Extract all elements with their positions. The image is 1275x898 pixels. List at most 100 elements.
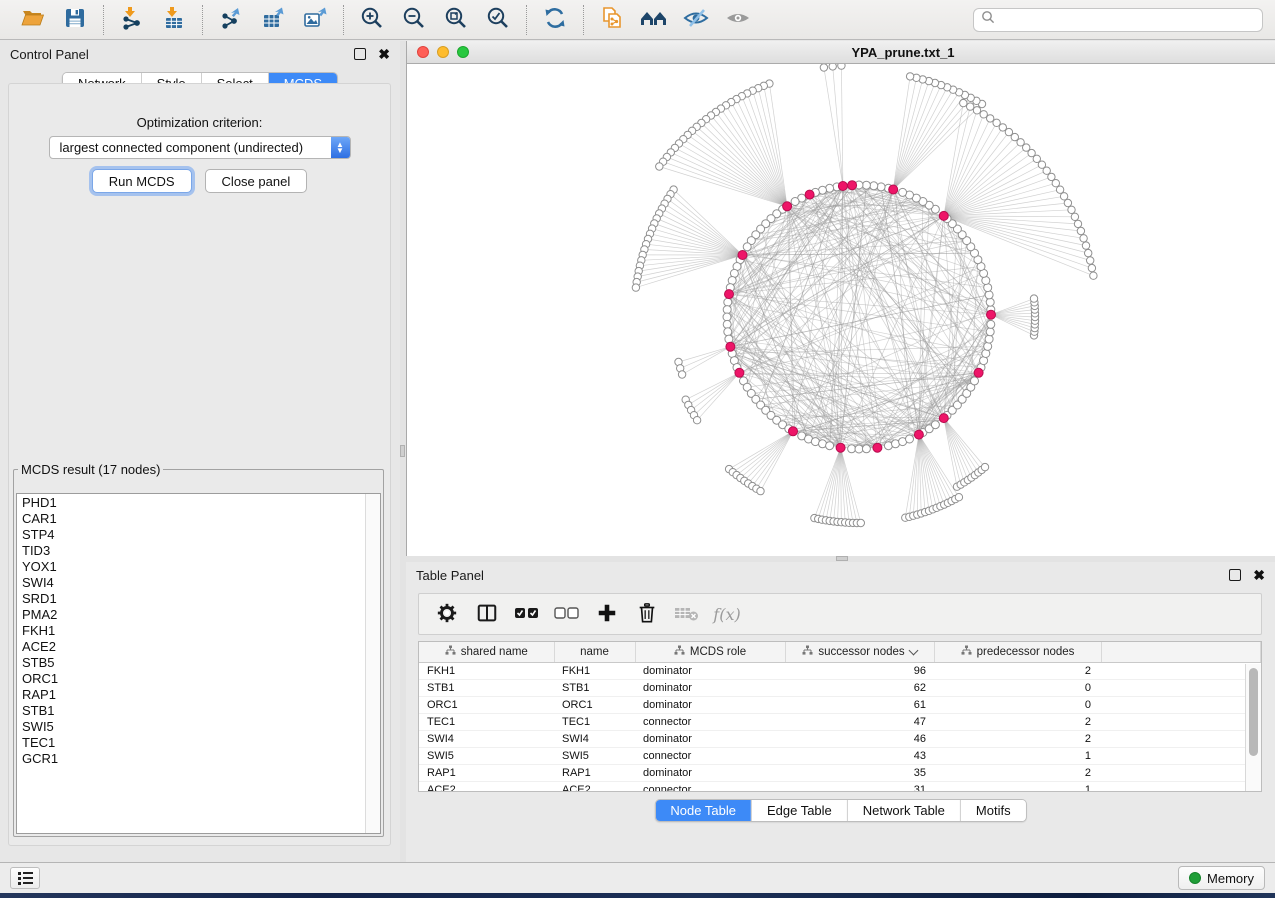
column-header-predecessor-nodes[interactable]: predecessor nodes: [934, 642, 1101, 663]
window-maximize-button[interactable]: [457, 46, 469, 58]
column-namespace-icon: [802, 645, 813, 659]
run-mcds-button[interactable]: Run MCDS: [92, 169, 192, 193]
zoom-selected-button[interactable]: [478, 3, 518, 37]
first-neighbors-button[interactable]: [634, 3, 674, 37]
trash-icon: [636, 602, 658, 627]
zoom-out-button[interactable]: [394, 3, 434, 37]
splitter-grip[interactable]: [836, 556, 848, 561]
mcds-result-item[interactable]: STP4: [22, 527, 366, 543]
export-network-button[interactable]: [211, 3, 251, 37]
select-all-button[interactable]: [509, 597, 545, 631]
export-table-button[interactable]: [253, 3, 293, 37]
table-tab-edge-table[interactable]: Edge Table: [751, 800, 847, 821]
delete-columns-button[interactable]: [629, 597, 665, 631]
hide-selected-button[interactable]: [676, 3, 716, 37]
table-scrollbar-thumb[interactable]: [1249, 668, 1258, 756]
splitter-grip[interactable]: [400, 445, 405, 457]
zoom-in-button[interactable]: [352, 3, 392, 37]
close-panel-icon[interactable]: ✖: [378, 47, 390, 61]
mcds-result-item[interactable]: RAP1: [22, 687, 366, 703]
memory-label: Memory: [1207, 871, 1254, 886]
show-column-button[interactable]: [469, 597, 505, 631]
deselect-all-button[interactable]: [549, 597, 585, 631]
float-table-panel-icon[interactable]: [1229, 569, 1241, 581]
gear-icon: [436, 602, 458, 627]
table-settings-button[interactable]: [429, 597, 465, 631]
zoom-selected-icon: [485, 5, 511, 34]
table-row[interactable]: SWI5SWI5connector431: [419, 748, 1261, 765]
network-graph[interactable]: [407, 64, 1275, 556]
window-minimize-button[interactable]: [437, 46, 449, 58]
mcds-result-item[interactable]: SWI5: [22, 719, 366, 735]
column-namespace-icon: [674, 645, 685, 659]
table-row[interactable]: SWI4SWI4dominator462: [419, 731, 1261, 748]
table-row[interactable]: ORC1ORC1dominator610: [419, 697, 1261, 714]
mcds-result-item[interactable]: SWI4: [22, 575, 366, 591]
mcds-result-item[interactable]: TID3: [22, 543, 366, 559]
export-table-icon: [261, 6, 285, 33]
function-builder-button[interactable]: f(x): [709, 597, 745, 631]
table-row[interactable]: ACE2ACE2connector311: [419, 782, 1261, 793]
mcds-result-item[interactable]: ORC1: [22, 671, 366, 687]
column-header-MCDS-role[interactable]: MCDS role: [635, 642, 785, 663]
column-header-name[interactable]: name: [554, 642, 635, 663]
refresh-button[interactable]: [535, 3, 575, 37]
show-all-button[interactable]: [718, 3, 758, 37]
export-image-button[interactable]: [295, 3, 335, 37]
close-table-panel-icon[interactable]: ✖: [1253, 568, 1265, 582]
mcds-result-item[interactable]: PHD1: [22, 495, 366, 511]
table-scrollbar[interactable]: [1245, 664, 1261, 791]
toolbar-separator: [103, 5, 104, 35]
checked-boxes-icon: [514, 604, 540, 625]
search-icon: [981, 10, 995, 29]
table-tab-motifs[interactable]: Motifs: [960, 800, 1026, 821]
mcds-result-item[interactable]: GCR1: [22, 751, 366, 767]
table-row[interactable]: FKH1FKH1dominator962: [419, 663, 1261, 680]
toolbar-separator: [526, 5, 527, 35]
close-panel-button[interactable]: Close panel: [205, 169, 308, 193]
desktop-wallpaper: [0, 893, 1275, 898]
memory-button[interactable]: Memory: [1178, 866, 1265, 890]
table-row[interactable]: TEC1TEC1connector472: [419, 714, 1261, 731]
criterion-select[interactable]: largest connected component (undirected)…: [49, 136, 351, 159]
mcds-result-item[interactable]: FKH1: [22, 623, 366, 639]
mcds-result-item[interactable]: SRD1: [22, 591, 366, 607]
mcds-result-item[interactable]: YOX1: [22, 559, 366, 575]
save-session-button[interactable]: [55, 3, 95, 37]
open-folder-icon: [20, 6, 46, 33]
float-panel-icon[interactable]: [354, 48, 366, 60]
mcds-result-title: MCDS result (17 nodes): [18, 462, 163, 477]
column-header-shared-name[interactable]: shared name: [419, 642, 554, 663]
mcds-result-item[interactable]: TEC1: [22, 735, 366, 751]
create-column-button[interactable]: [589, 597, 625, 631]
open-session-button[interactable]: [13, 3, 53, 37]
network-view[interactable]: [407, 64, 1275, 556]
table-tab-node-table[interactable]: Node Table: [655, 800, 751, 821]
save-icon: [63, 6, 87, 33]
delete-table-button[interactable]: [669, 597, 705, 631]
column-header-successor-nodes[interactable]: successor nodes: [785, 642, 934, 663]
toolbar-separator: [343, 5, 344, 35]
window-close-button[interactable]: [417, 46, 429, 58]
mcds-result-item[interactable]: CAR1: [22, 511, 366, 527]
mcds-list-scrollbar[interactable]: [365, 494, 380, 833]
mcds-result-item[interactable]: ACE2: [22, 639, 366, 655]
mcds-result-item[interactable]: STB5: [22, 655, 366, 671]
zoom-fit-button[interactable]: [436, 3, 476, 37]
control-panel: Control Panel ✖ NetworkStyleSelectMCDS O…: [0, 41, 400, 862]
search-input[interactable]: [1000, 12, 1255, 28]
import-table-button[interactable]: [154, 3, 194, 37]
export-network-icon: [219, 6, 243, 33]
list-icon: [18, 872, 33, 885]
duplicate-network-button[interactable]: [592, 3, 632, 37]
column-namespace-icon: [445, 645, 456, 659]
table-row[interactable]: RAP1RAP1dominator352: [419, 765, 1261, 782]
table-tab-network-table[interactable]: Network Table: [847, 800, 960, 821]
import-network-button[interactable]: [112, 3, 152, 37]
show-panels-button[interactable]: [10, 867, 40, 889]
mcds-result-item[interactable]: PMA2: [22, 607, 366, 623]
show-eye-icon: [724, 6, 752, 33]
table-row[interactable]: STB1STB1dominator620: [419, 680, 1261, 697]
mcds-result-list[interactable]: PHD1CAR1STP4TID3YOX1SWI4SRD1PMA2FKH1ACE2…: [17, 494, 366, 833]
mcds-result-item[interactable]: STB1: [22, 703, 366, 719]
